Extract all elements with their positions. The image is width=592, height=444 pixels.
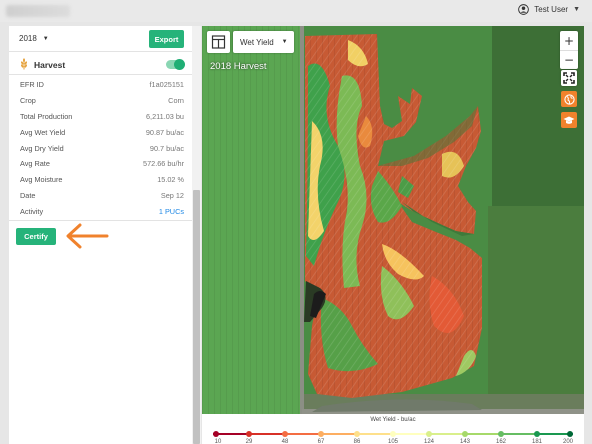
info-value: 15.02 % [157,175,184,185]
info-value: 572.66 bu/hr [143,159,184,169]
legend-stop [426,431,432,437]
satellite-imagery [202,26,584,414]
legend-tick: 67 [317,439,325,444]
chevron-down-icon: ▼ [42,35,49,42]
toggle-knob [174,59,185,70]
logo [6,5,70,17]
legend-tick: 143 [459,439,471,444]
info-value: 90.7 bu/ac [149,143,184,153]
info-row: EFR ID f1a025151 [9,77,192,93]
zoom-in-button[interactable]: + [560,31,578,50]
zoom-out-button[interactable]: − [560,50,578,69]
harvest-info-list: EFR ID f1a025151 Crop Corn Total Production 6… [9,77,192,219]
legend-tick: 181 [531,439,543,444]
export-button[interactable]: Export [149,30,184,48]
legend-tick: 200 [562,439,574,444]
activity-link[interactable]: 1 PUCs [159,207,184,216]
info-row: Avg Wet Yield 90.87 bu/ac [9,124,192,140]
yield-map[interactable]: Wet Yield ▼ 2018 Harvest + − [202,26,584,414]
legend-tick: 105 [387,439,399,444]
info-value: f1a025151 [149,80,185,90]
expand-icon [563,72,575,84]
legend-stop [246,431,252,437]
info-value: Corn [168,96,184,106]
basemap-button[interactable] [561,91,577,107]
arrow-left-icon [66,223,109,249]
info-label: Total Production [20,111,73,121]
layout-button[interactable] [207,31,230,53]
graduation-cap-icon [563,116,575,124]
legend-stop [498,431,504,437]
info-label: Activity [20,206,44,216]
legend-stop [567,431,573,437]
help-tutorial-button[interactable] [561,112,577,128]
legend-tick: 29 [245,439,253,444]
legend-tick: 124 [423,439,435,444]
info-value: 90.87 bu/ac [145,127,184,137]
yield-legend: Wet Yield - bu/ac 10 29 48 67 86 105 124 143 162… [202,414,584,444]
legend-tick: 10 [214,439,222,444]
layout-icon [211,35,226,49]
year-row: 2018 ▼ Export [9,26,192,52]
wheat-icon [21,58,27,70]
legend-tick: 48 [281,439,289,444]
legend-stop [390,431,396,437]
legend-stop [318,431,324,437]
legend-ticks: 10 29 48 67 86 105 124 143 162 181 200 [202,439,584,444]
field-detail-panel: 2018 ▼ Export Harvest EFR ID f1a025151 Cro… [9,26,201,444]
divider [9,220,192,221]
user-menu[interactable]: Test User ▼ [518,4,580,15]
legend-stop [462,431,468,437]
user-circle-icon [518,4,530,15]
layer-select[interactable]: Wet Yield ▼ [233,31,294,53]
info-row: Avg Moisture 15.02 % [9,172,192,188]
info-row: Crop Corn [9,93,192,109]
harvest-toggle[interactable] [166,59,185,70]
info-label: Avg Dry Yield [20,143,64,153]
info-label: EFR ID [20,80,44,90]
info-row: Activity 1 PUCs [9,203,192,219]
info-value: Sep 12 [160,190,184,200]
harvest-title: Harvest [34,60,66,70]
legend-stop [282,431,288,437]
fullscreen-button[interactable] [561,70,577,86]
info-label: Avg Rate [20,159,50,169]
info-label: Date [20,190,36,200]
info-row: Avg Rate 572.66 bu/hr [9,156,192,172]
globe-icon [563,93,575,105]
legend-stop [354,431,360,437]
top-bar: Test User ▼ [0,0,592,22]
year-select[interactable]: 2018 ▼ [19,34,49,43]
chevron-down-icon: ▼ [281,39,288,45]
scrollbar-thumb[interactable] [193,190,200,444]
legend-stop [534,431,540,437]
info-row: Date Sep 12 [9,188,192,204]
layer-value: Wet Yield [240,37,274,47]
legend-tick: 86 [353,439,361,444]
info-row: Total Production 6,211.03 bu [9,109,192,125]
info-label: Avg Moisture [20,175,63,185]
legend-tick: 162 [495,439,507,444]
map-title: 2018 Harvest [210,61,267,72]
user-name: Test User [534,5,569,14]
panel-scrollbar[interactable] [192,26,201,444]
legend-title: Wet Yield - bu/ac [370,417,416,423]
info-row: Avg Dry Yield 90.7 bu/ac [9,140,192,156]
info-label: Avg Wet Yield [20,127,66,137]
info-value: 6,211.03 bu [145,111,184,121]
legend-stop [213,431,219,437]
info-label: Crop [20,96,36,106]
chevron-down-icon: ▼ [573,6,580,13]
certify-button[interactable]: Certify [16,228,56,245]
year-value: 2018 [19,34,37,43]
zoom-control: + − [560,31,578,69]
harvest-header: Harvest [9,53,192,75]
